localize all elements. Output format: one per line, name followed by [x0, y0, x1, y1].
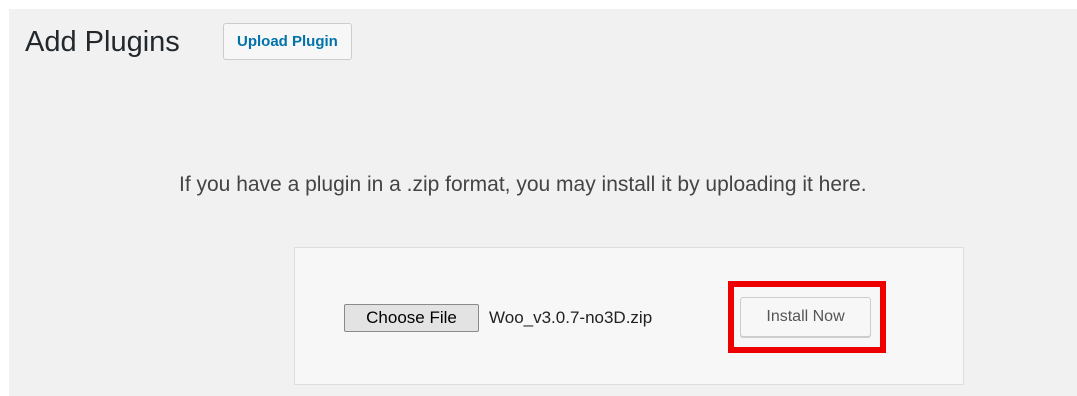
upload-help-text: If you have a plugin in a .zip format, y… [179, 173, 867, 196]
page-title: Add Plugins [25, 26, 180, 58]
choose-file-button[interactable]: Choose File [344, 304, 479, 332]
upload-plugin-form: Choose File Woo_v3.0.7-no3D.zip Install … [294, 247, 964, 385]
selected-file-name: Woo_v3.0.7-no3D.zip [489, 308, 653, 327]
add-plugins-page: Add Plugins Upload Plugin If you have a … [9, 9, 1077, 396]
install-now-button[interactable]: Install Now [740, 297, 871, 337]
upload-plugin-button[interactable]: Upload Plugin [223, 23, 352, 60]
